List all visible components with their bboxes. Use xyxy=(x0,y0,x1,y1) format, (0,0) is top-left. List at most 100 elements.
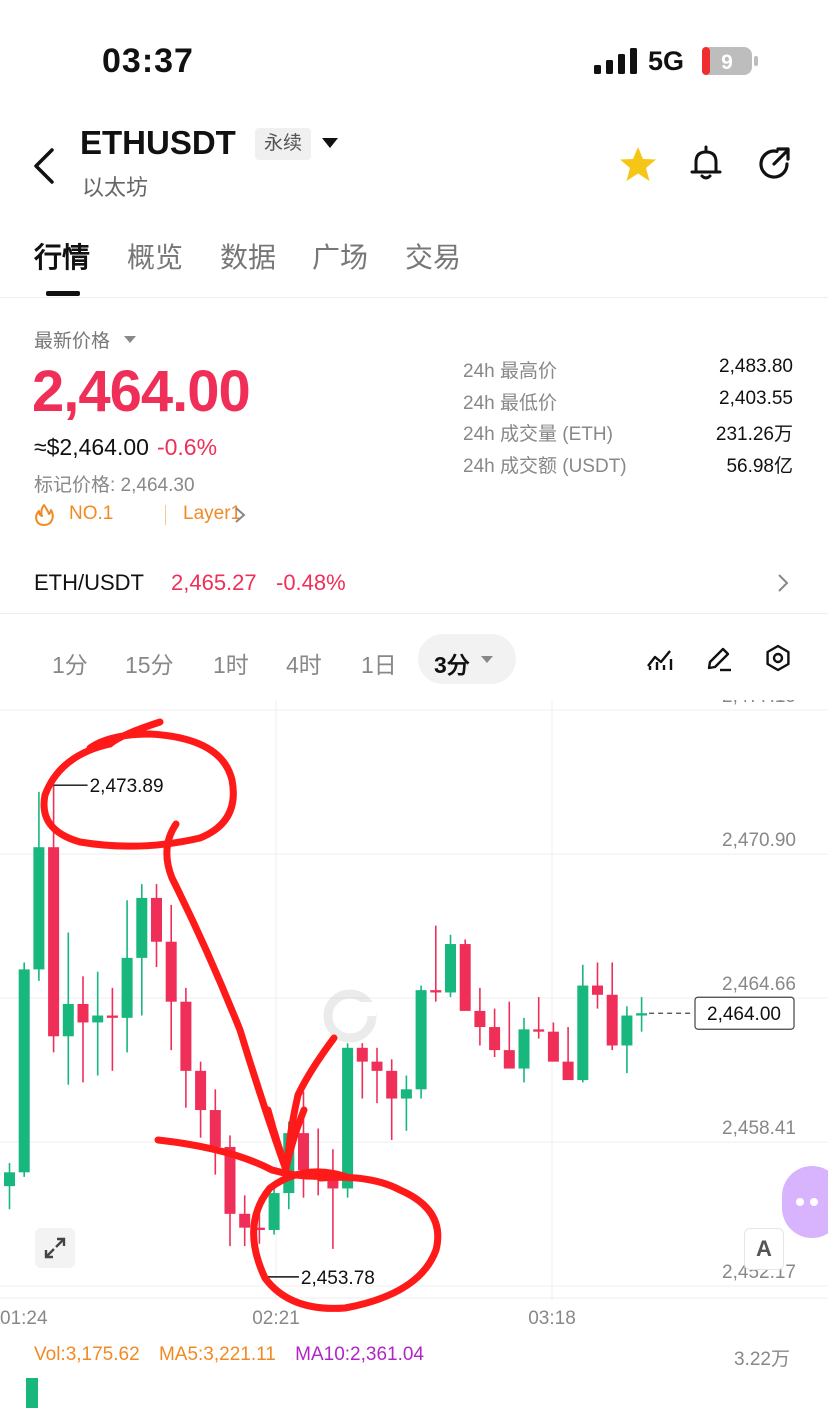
candle-body xyxy=(4,1172,15,1187)
high-marker-label: 2,473.89 xyxy=(90,776,164,797)
candle-body xyxy=(445,944,456,993)
stat-high: 24h 最高价 2,483.80 xyxy=(463,356,793,388)
volume-legend: Vol:3,175.62 MA5:3,221.11 MA10:2,361.04 xyxy=(34,1344,424,1366)
auto-scale-button[interactable]: A xyxy=(744,1228,784,1270)
expand-icon[interactable] xyxy=(35,1228,75,1268)
interval-15m[interactable]: 15分 xyxy=(125,646,174,680)
candlestick-chart[interactable]: 2,477.152,470.902,464.662,458.412,452.17… xyxy=(0,700,828,1360)
tab-square[interactable]: 广场 xyxy=(312,236,368,276)
candle-body xyxy=(533,1029,545,1032)
bell-alert-icon[interactable] xyxy=(686,144,726,184)
interval-1d[interactable]: 1日 xyxy=(361,646,397,680)
network-type: 5G xyxy=(648,46,685,76)
interval-1h[interactable]: 1时 xyxy=(213,646,249,680)
candle-body xyxy=(400,1089,412,1099)
battery-icon: 9 xyxy=(702,47,758,75)
stat-label: 24h 成交量 (ETH) xyxy=(463,424,613,445)
y-tick-label: 2,477.15 xyxy=(722,700,796,707)
tab-trade[interactable]: 交易 xyxy=(405,236,461,276)
candle-body xyxy=(77,1003,89,1023)
symbol-title[interactable]: ETHUSDT xyxy=(80,124,236,162)
candle-body xyxy=(371,1061,383,1071)
y-tick-label: 2,470.90 xyxy=(722,830,796,851)
candle-body xyxy=(342,1047,354,1189)
draw-pencil-icon[interactable] xyxy=(705,644,733,672)
dot-icon xyxy=(810,1198,818,1206)
stat-value: 56.98亿 xyxy=(726,455,793,477)
usd-price-line: ≈$2,464.00 -0.6% xyxy=(34,434,217,461)
dot-icon xyxy=(796,1198,804,1206)
candle-body xyxy=(180,1001,192,1071)
stat-label: 24h 最高价 xyxy=(463,361,557,382)
badge-divider xyxy=(165,505,166,525)
star-favorite-icon[interactable] xyxy=(618,144,658,184)
candle-body xyxy=(239,1213,251,1228)
interval-1m[interactable]: 1分 xyxy=(52,646,88,680)
candle-body xyxy=(356,1047,368,1062)
x-tick-label: 03:18 xyxy=(528,1308,576,1329)
candle-body xyxy=(621,1015,633,1046)
candle-body xyxy=(136,897,148,958)
candle-body xyxy=(459,944,471,1011)
x-tick-label: 01:24 xyxy=(0,1308,48,1329)
symbol-dropdown-icon[interactable] xyxy=(322,138,338,148)
low-marker-label: 2,453.78 xyxy=(301,1268,375,1289)
spot-change: -0.48% xyxy=(276,570,346,595)
spot-market-row[interactable]: ETH/USDT 2,465.27 -0.48% xyxy=(0,552,828,614)
mark-price: 标记价格: 2,464.30 xyxy=(34,475,195,496)
candle-body xyxy=(415,990,427,1090)
settings-gear-icon[interactable] xyxy=(764,644,792,672)
status-time: 03:37 xyxy=(102,42,194,80)
floating-assistant-button[interactable] xyxy=(782,1166,828,1238)
spot-price: 2,465.27 xyxy=(171,570,257,595)
interval-bar: 1分 15分 1时 4时 1日 3分 xyxy=(0,632,828,686)
latest-price-label[interactable]: 最新价格 xyxy=(34,326,110,353)
chevron-right-icon[interactable] xyxy=(776,572,790,594)
candle-body xyxy=(386,1070,398,1099)
candle-body xyxy=(18,969,30,1173)
fire-icon xyxy=(35,504,54,526)
chevron-right-icon xyxy=(235,507,246,523)
candle-body xyxy=(165,941,177,1002)
stat-label: 24h 成交额 (USDT) xyxy=(463,455,627,477)
x-tick-label: 02:21 xyxy=(252,1308,300,1329)
watermark-logo xyxy=(323,989,377,1043)
candle-body xyxy=(268,1193,280,1230)
candle-body xyxy=(562,1061,574,1081)
indicator-icon[interactable] xyxy=(646,644,674,672)
last-price: 2,464.00 xyxy=(32,359,251,424)
candle-body xyxy=(474,1010,486,1028)
candle-body xyxy=(636,1013,648,1016)
tab-overview[interactable]: 概览 xyxy=(127,236,183,276)
asset-name: 以太坊 xyxy=(82,175,149,200)
share-icon[interactable] xyxy=(754,144,794,184)
stat-turnover: 24h 成交额 (USDT) 56.98亿 xyxy=(463,451,793,483)
candle-body xyxy=(33,847,45,970)
stat-label: 24h 最低价 xyxy=(463,392,557,414)
candle-body xyxy=(592,985,603,995)
candle-body xyxy=(606,994,618,1046)
x-axis: 01:24 02:21 03:18 xyxy=(0,1308,576,1329)
candle-body xyxy=(430,990,442,993)
stat-value: 2,483.80 xyxy=(719,356,793,377)
interval-3m[interactable]: 3分 xyxy=(434,646,470,680)
tab-market[interactable]: 行情 xyxy=(34,236,90,276)
status-bar: 03:37 5G 9 xyxy=(0,0,828,110)
stat-volume: 24h 成交量 (ETH) 231.26万 xyxy=(463,419,793,451)
signal-icon xyxy=(594,48,637,74)
interval-4h[interactable]: 4时 xyxy=(286,646,322,680)
section-tabs: 行情 概览 数据 广场 交易 xyxy=(0,228,828,298)
candle-body xyxy=(62,1003,74,1037)
volume-axis-label: 3.22万 xyxy=(734,1349,790,1370)
stat-value: 2,403.55 xyxy=(719,387,793,409)
price-type-dropdown-icon[interactable] xyxy=(124,336,136,343)
price-change: -0.6% xyxy=(156,434,218,460)
back-arrow-icon[interactable] xyxy=(30,146,60,186)
interval-dropdown-icon[interactable] xyxy=(481,656,493,663)
tab-data[interactable]: 数据 xyxy=(220,236,276,276)
battery-level: 9 xyxy=(721,51,733,74)
candle-body xyxy=(518,1029,530,1069)
vol-value: Vol:3,175.62 xyxy=(34,1344,140,1365)
volume-bar xyxy=(26,1378,38,1408)
header: ETHUSDT 永续 以太坊 xyxy=(0,110,828,210)
